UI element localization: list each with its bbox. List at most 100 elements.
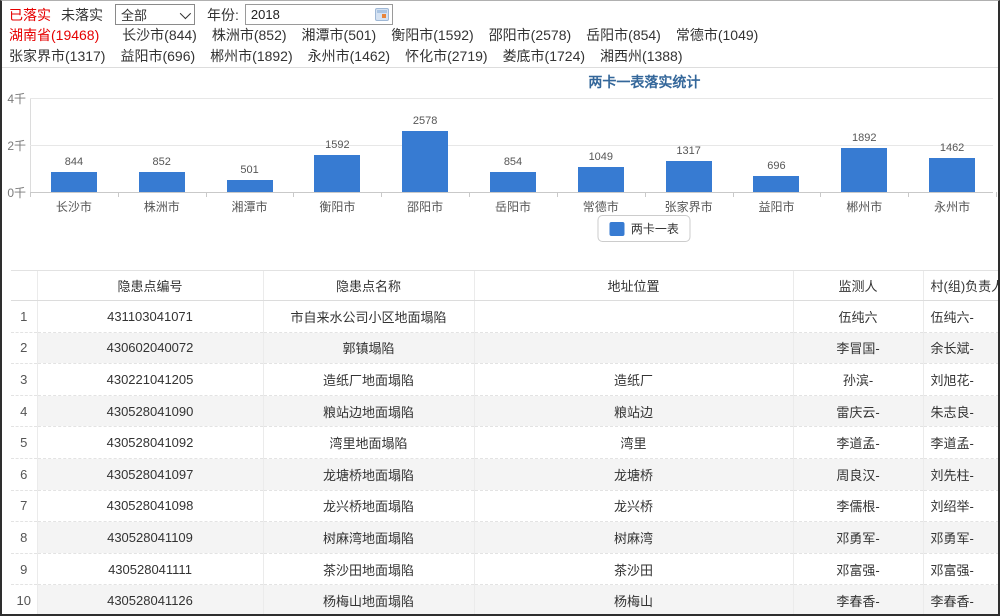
table-row: 4430528041090粮站边地面塌陷粮站边雷庆云-朱志良-	[11, 395, 999, 427]
table-cell: 430602040072	[37, 332, 263, 364]
column-header: 监测人	[793, 271, 923, 301]
x-axis-category-label: 邵阳市	[382, 198, 469, 215]
bar-value-label: 852	[132, 156, 192, 168]
table-cell: 粮站边地面塌陷	[263, 395, 474, 427]
region-links-row1: 湖南省(19468) 长沙市(844) 株洲市(852) 湘潭市(501) 衡阳市(1…	[9, 25, 991, 46]
table-cell: 431103041071	[37, 301, 263, 333]
link-city[interactable]: 怀化市(2719)	[405, 48, 487, 64]
chart-bar[interactable]	[929, 158, 975, 192]
year-label: 年份:	[207, 5, 239, 25]
region-links-row2: 张家界市(1317) 益阳市(696) 郴州市(1892) 永州市(1462) 怀化市(…	[9, 46, 991, 67]
table-row: 8430528041109树麻湾地面塌陷树麻湾邓勇军-邓勇军-	[11, 522, 999, 554]
link-city[interactable]: 湘西州(1388)	[600, 48, 682, 64]
row-number: 6	[11, 458, 37, 490]
row-number: 9	[11, 553, 37, 585]
x-axis-category-label: 衡阳市	[294, 198, 381, 215]
scope-select[interactable]: 全部	[115, 4, 195, 25]
chart-bar[interactable]	[841, 148, 887, 192]
table-cell: 雷庆云-	[793, 395, 923, 427]
bar-chart: 两卡一表落实统计 两卡一表 0千2千4千844长沙市852株洲市501湘潭市15…	[2, 67, 998, 241]
table-cell: 杨梅山	[474, 585, 793, 616]
x-axis-category-label: 湘潭市	[206, 198, 293, 215]
x-axis-category-label: 长沙市	[30, 198, 117, 215]
chart-bar[interactable]	[139, 172, 185, 192]
table-row: 7430528041098龙兴桥地面塌陷龙兴桥李儒根-刘绍举-	[11, 490, 999, 522]
chart-bar[interactable]	[490, 172, 536, 192]
table-cell: 430528041109	[37, 522, 263, 554]
table-cell: 430528041092	[37, 427, 263, 459]
table-cell: 树麻湾	[474, 522, 793, 554]
table-cell: 430528041126	[37, 585, 263, 616]
table-cell: 湾里	[474, 427, 793, 459]
bar-value-label: 501	[220, 164, 280, 176]
bar-value-label: 854	[483, 156, 543, 168]
link-city[interactable]: 株洲市(852)	[212, 27, 287, 43]
chart-bar[interactable]	[402, 131, 448, 192]
table-row: 2430602040072郭镇塌陷李冒国-余长斌-	[11, 332, 999, 364]
row-number: 2	[11, 332, 37, 364]
x-axis-tick	[206, 192, 207, 197]
chart-legend[interactable]: 两卡一表	[598, 215, 691, 242]
bar-value-label: 696	[746, 160, 806, 172]
link-city[interactable]: 娄底市(1724)	[503, 48, 585, 64]
x-axis-category-label: 株洲市	[118, 198, 205, 215]
chart-bar[interactable]	[51, 172, 97, 192]
link-city[interactable]: 邵阳市(2578)	[489, 27, 571, 43]
link-city[interactable]: 岳阳市(854)	[586, 27, 661, 43]
link-city[interactable]: 益阳市(696)	[120, 48, 195, 64]
row-number: 7	[11, 490, 37, 522]
table-cell: 市自来水公司小区地面塌陷	[263, 301, 474, 333]
table-cell: 邓富强-	[793, 553, 923, 585]
link-city[interactable]: 张家界市(1317)	[9, 48, 105, 64]
link-city[interactable]: 常德市(1049)	[676, 27, 758, 43]
column-header: 隐患点编号	[37, 271, 263, 301]
link-city[interactable]: 永州市(1462)	[308, 48, 390, 64]
table-cell	[474, 301, 793, 333]
chart-bar[interactable]	[578, 167, 624, 192]
table-cell: 造纸厂	[474, 364, 793, 396]
table-row: 9430528041111茶沙田地面塌陷茶沙田邓富强-邓富强-	[11, 553, 999, 585]
calendar-icon[interactable]	[375, 8, 389, 21]
chart-bar[interactable]	[227, 180, 273, 192]
chart-bar[interactable]	[666, 161, 712, 192]
chart-bar[interactable]	[314, 155, 360, 192]
table-cell: 刘旭花-	[923, 364, 999, 396]
table-cell: 龙塘桥	[474, 458, 793, 490]
link-province[interactable]: 湖南省(19468)	[9, 27, 99, 43]
table-cell: 李春香-	[793, 585, 923, 616]
column-header: 村(组)负责人	[923, 271, 999, 301]
table-cell: 430221041205	[37, 364, 263, 396]
x-axis-tick	[908, 192, 909, 197]
row-number: 10	[11, 585, 37, 616]
link-city[interactable]: 衡阳市(1592)	[391, 27, 473, 43]
bar-value-label: 1317	[659, 145, 719, 157]
table-cell: 粮站边	[474, 395, 793, 427]
chart-bar[interactable]	[753, 176, 799, 192]
table-cell: 430528041098	[37, 490, 263, 522]
x-axis-category-label: 永州市	[909, 198, 996, 215]
gridline	[30, 98, 993, 99]
x-axis-category-label: 张家界市	[645, 198, 732, 215]
table-cell: 李儒根-	[793, 490, 923, 522]
gridline	[30, 145, 993, 146]
bar-value-label: 1892	[834, 132, 894, 144]
table-cell: 邓勇军-	[793, 522, 923, 554]
x-axis-tick	[733, 192, 734, 197]
year-input[interactable]: 2018	[245, 4, 393, 25]
x-axis-line	[30, 192, 993, 193]
tab-not-implemented[interactable]: 未落实	[61, 5, 103, 25]
table-cell: 杨梅山地面塌陷	[263, 585, 474, 616]
tab-implemented[interactable]: 已落实	[9, 5, 51, 25]
row-number: 8	[11, 522, 37, 554]
table-cell: 龙兴桥地面塌陷	[263, 490, 474, 522]
x-axis-tick	[469, 192, 470, 197]
x-axis-tick	[118, 192, 119, 197]
link-city[interactable]: 郴州市(1892)	[210, 48, 292, 64]
table-row: 10430528041126杨梅山地面塌陷杨梅山李春香-李春香-	[11, 585, 999, 616]
link-city[interactable]: 湘潭市(501)	[302, 27, 377, 43]
table-cell: 刘先柱-	[923, 458, 999, 490]
table-cell: 李春香-	[923, 585, 999, 616]
y-axis-tick-label: 2千	[2, 137, 26, 154]
table-cell: 龙兴桥	[474, 490, 793, 522]
link-city[interactable]: 长沙市(844)	[122, 27, 197, 43]
